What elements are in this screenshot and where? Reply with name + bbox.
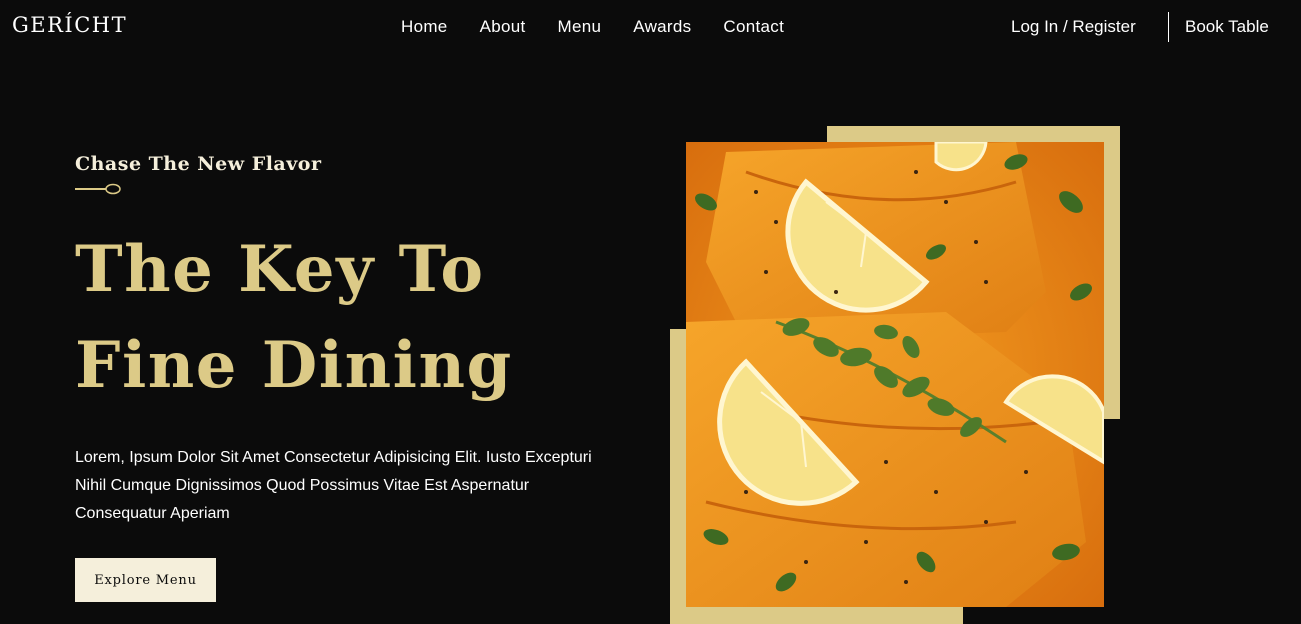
- hero-headline-line-1: The Key To: [75, 232, 485, 307]
- hero-headline: The Key To Fine Dining: [75, 222, 513, 414]
- hero-headline-line-2: Fine Dining: [75, 328, 513, 403]
- nav-link-about[interactable]: About: [480, 17, 526, 37]
- hero-description: Lorem, Ipsum Dolor Sit Amet Consectetur …: [75, 449, 592, 522]
- nav-divider: [1168, 12, 1169, 42]
- hero-subtitle: Chase The New Flavor: [75, 153, 322, 175]
- nav-link-contact[interactable]: Contact: [723, 17, 784, 37]
- spoon-icon: [75, 183, 121, 195]
- nav-links: Home About Menu Awards Contact: [401, 17, 784, 37]
- explore-menu-button[interactable]: Explore Menu: [75, 558, 216, 602]
- logo[interactable]: GERÍCHT: [12, 13, 127, 37]
- nav-link-home[interactable]: Home: [401, 17, 448, 37]
- navbar: GERÍCHT Home About Menu Awards Contact L…: [0, 0, 1301, 54]
- book-table-link[interactable]: Book Table: [1185, 17, 1269, 37]
- nav-link-awards[interactable]: Awards: [633, 17, 691, 37]
- hero-food-image: [686, 142, 1104, 607]
- nav-link-menu[interactable]: Menu: [558, 17, 602, 37]
- login-register-link[interactable]: Log In / Register: [1011, 17, 1136, 37]
